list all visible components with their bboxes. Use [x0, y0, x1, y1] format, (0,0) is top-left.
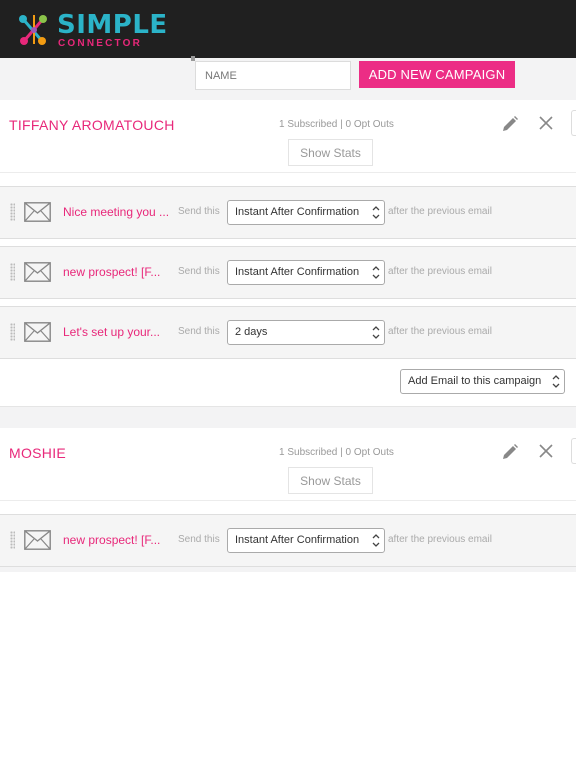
drag-handle-icon[interactable] [10, 323, 15, 341]
send-this-label: Send this [178, 266, 220, 277]
spacer [0, 501, 576, 514]
campaign-side-tab[interactable] [571, 110, 576, 136]
select-arrows-icon [372, 534, 380, 547]
drag-handle-icon[interactable] [10, 531, 15, 549]
campaign-name-input[interactable] [195, 61, 351, 90]
add-email-select-value: Add Email to this campaign [408, 375, 542, 387]
email-row: Nice meeting you ... Send this Instant A… [0, 186, 576, 239]
add-email-select[interactable]: Add Email to this campaign [400, 369, 565, 394]
subscription-info: 1 Subscribed | 0 Opt Outs [279, 119, 394, 130]
close-icon[interactable] [538, 443, 554, 459]
connector-logo-icon [19, 15, 47, 45]
email-row: new prospect! [F... Send this Instant Af… [0, 514, 576, 567]
email-subject-link[interactable]: new prospect! [F... [63, 265, 177, 279]
envelope-icon [24, 202, 51, 222]
drag-handle-icon[interactable] [10, 203, 15, 221]
subscription-info: 1 Subscribed | 0 Opt Outs [279, 447, 394, 458]
add-new-campaign-button[interactable]: ADD NEW CAMPAIGN [359, 61, 515, 88]
pencil-icon[interactable] [501, 443, 519, 461]
simple-connector-logo[interactable]: SIMPLE CONNECTOR [16, 11, 167, 51]
campaign-header: TIFFANY AROMATOUCH 1 Subscribed | 0 Opt … [0, 100, 576, 173]
after-previous-label: after the previous email [388, 266, 492, 277]
email-subject-link[interactable]: Let's set up your... [63, 325, 177, 339]
campaign-title: MOSHIE [9, 445, 67, 461]
delay-select-value: Instant After Confirmation [235, 534, 360, 546]
delay-select[interactable]: Instant After Confirmation [227, 200, 385, 225]
send-this-label: Send this [178, 534, 220, 545]
spacer [0, 173, 576, 186]
after-previous-label: after the previous email [388, 326, 492, 337]
after-previous-label: after the previous email [388, 534, 492, 545]
add-email-row: Add Email to this campaign [0, 359, 576, 407]
campaign-title: TIFFANY AROMATOUCH [9, 117, 175, 133]
select-arrows-icon [372, 326, 380, 339]
campaign-separator [0, 407, 576, 428]
delay-select[interactable]: Instant After Confirmation [227, 528, 385, 553]
close-icon[interactable] [538, 115, 554, 131]
campaign-toolbar: ADD NEW CAMPAIGN [0, 56, 576, 100]
show-stats-button[interactable]: Show Stats [288, 467, 373, 494]
after-previous-label: after the previous email [388, 206, 492, 217]
envelope-icon [24, 530, 51, 550]
email-row: Let's set up your... Send this 2 days af… [0, 306, 576, 359]
campaign-header: MOSHIE 1 Subscribed | 0 Opt Outs Show St… [0, 428, 576, 501]
pencil-icon[interactable] [501, 115, 519, 133]
envelope-icon [24, 262, 51, 282]
drag-handle-icon[interactable] [10, 263, 15, 281]
delay-select-value: Instant After Confirmation [235, 266, 360, 278]
show-stats-button[interactable]: Show Stats [288, 139, 373, 166]
list-footer [0, 567, 576, 572]
envelope-icon [24, 322, 51, 342]
select-arrows-icon [372, 266, 380, 279]
send-this-label: Send this [178, 206, 220, 217]
send-this-label: Send this [178, 326, 220, 337]
delay-select[interactable]: 2 days [227, 320, 385, 345]
app-header: SIMPLE CONNECTOR [0, 0, 576, 58]
logo-subtitle: CONNECTOR [58, 38, 143, 49]
email-subject-link[interactable]: new prospect! [F... [63, 533, 177, 547]
email-row: new prospect! [F... Send this Instant Af… [0, 246, 576, 299]
email-subject-link[interactable]: Nice meeting you ... [63, 205, 177, 219]
delay-select-value: 2 days [235, 326, 268, 338]
logo-title: SIMPLE [57, 10, 168, 40]
select-arrows-icon [552, 375, 560, 388]
delay-select[interactable]: Instant After Confirmation [227, 260, 385, 285]
delay-select-value: Instant After Confirmation [235, 206, 360, 218]
campaign-side-tab[interactable] [571, 438, 576, 464]
spacer [0, 239, 576, 246]
spacer [0, 299, 576, 306]
select-arrows-icon [372, 206, 380, 219]
